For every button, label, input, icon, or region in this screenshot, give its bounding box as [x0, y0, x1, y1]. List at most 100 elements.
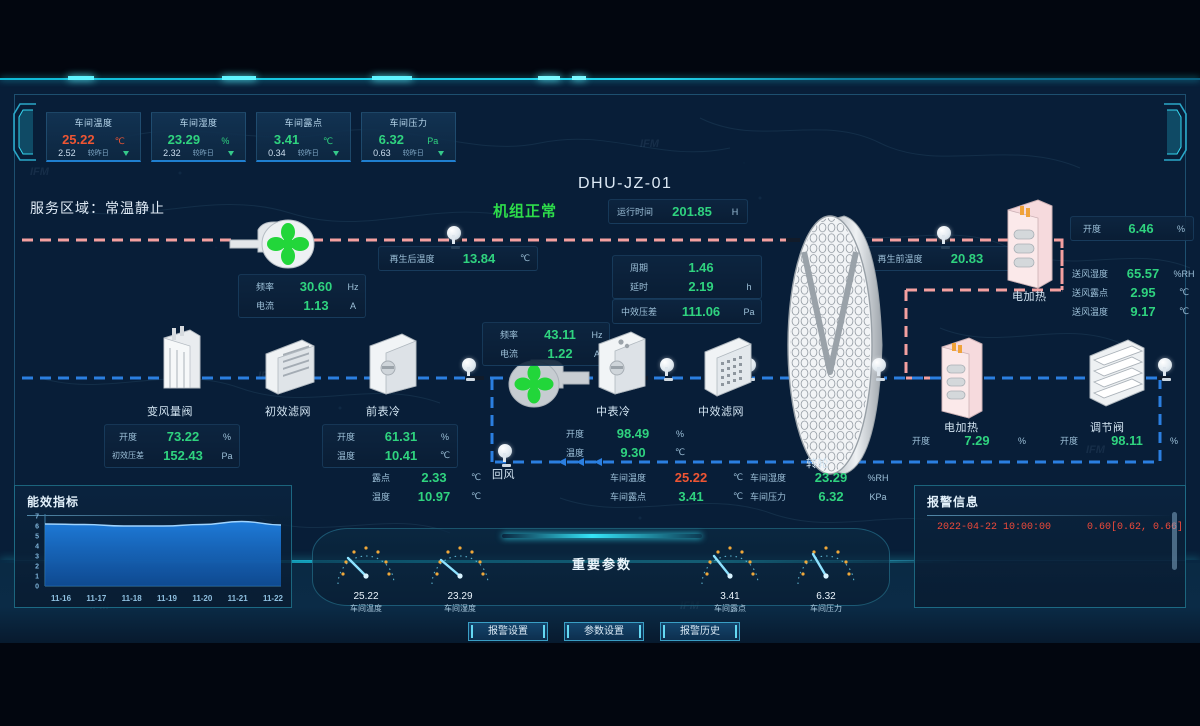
pre-cool-open-label: 开度 — [336, 432, 355, 442]
svg-text:3: 3 — [35, 554, 39, 561]
supply-fan-current-label: 电流 — [499, 349, 518, 359]
energy-efficiency-panel: 能效指标 01234567 11-16 11-17 11-18 11-19 11-20 1… — [14, 485, 292, 608]
chart-x-tick: 11-22 — [262, 594, 283, 603]
mid-filter-dp-value: 111.06 — [681, 304, 721, 319]
alarm-scrollbar[interactable] — [1172, 512, 1177, 570]
room-reading-label: 车间压力 — [749, 492, 786, 502]
pre-cool-temp2-unit: ℃ — [470, 491, 482, 501]
pre-cooling-coil-icon[interactable] — [364, 332, 422, 396]
alarm-info-panel: 报警信息 2022-04-22 10:00:00 0.60[0.62, 0.66… — [914, 485, 1186, 608]
gauge-room-humidity[interactable]: 23.29 车间湿度 — [424, 536, 496, 613]
room-reading-unit: %RH — [867, 472, 889, 483]
electric-heater-bottom-icon[interactable] — [938, 334, 986, 422]
unit-status-badge: 机组正常 — [493, 203, 558, 220]
svg-text:2: 2 — [35, 564, 39, 571]
regen-fan-icon[interactable] — [228, 218, 318, 272]
kpi-compare-label: 较昨日 — [297, 150, 319, 157]
kpi-compare-label: 较昨日 — [192, 150, 214, 157]
damper-open-value: 98.11 — [1111, 433, 1143, 448]
room-reading-label: 车间露点 — [609, 492, 646, 502]
regen-after-temp-label: 再生后温度 — [389, 254, 435, 264]
damper-data: 开度 98.11 % — [1046, 431, 1186, 450]
mid-cooling-coil-icon[interactable] — [593, 330, 651, 396]
pre-cooling-coil-label: 前表冷 — [366, 406, 401, 418]
damper-open-label: 开度 — [1059, 436, 1078, 446]
regen-fan-freq-unit: Hz — [347, 281, 359, 292]
kpi-value: 3.41 — [273, 132, 300, 147]
vav-open-value: 73.22 — [166, 429, 200, 444]
gauge-dial-icon — [701, 546, 759, 585]
alarm-list-item[interactable]: 2022-04-22 10:00:00 0.60[0.62, 0.66] — [915, 516, 1185, 533]
svg-text:5: 5 — [35, 534, 39, 541]
trend-down-icon — [332, 150, 339, 156]
mid-cool-open-unit: % — [675, 428, 684, 439]
regen-fan-freq-value: 30.60 — [299, 279, 333, 294]
return-air-sensor-icon — [498, 444, 514, 467]
cycle-data-box: 周期 1.46 延时 2.19 h — [612, 255, 762, 299]
sensor-node-icon — [447, 226, 463, 249]
alarm-time: 2022-04-22 10:00:00 — [937, 522, 1052, 533]
left-corner-ornament — [12, 102, 38, 162]
pre-filter-label: 初效滤网 — [265, 406, 311, 418]
gauge-value: 6.32 — [816, 591, 836, 602]
kpi-card[interactable]: 车间露点 3.41 ℃ 0.34 较昨日 — [256, 112, 351, 162]
supply-air-value: 65.57 — [1126, 266, 1160, 281]
kpi-value: 25.22 — [62, 132, 95, 147]
kpi-value: 23.29 — [167, 132, 201, 147]
room-reading-label: 车间温度 — [609, 473, 646, 483]
pre-cool-data-box: 开度 61.31 % 温度 10.41 ℃ — [322, 424, 458, 468]
gauge-room-pressure[interactable]: 6.32 车间压力 — [790, 536, 862, 613]
regen-fan-current-value: 1.13 — [303, 298, 329, 313]
sensor-node-icon — [1158, 358, 1174, 381]
gauge-room-dewpoint[interactable]: 3.41 车间露点 — [694, 536, 766, 613]
return-air-label: 回风 — [492, 469, 515, 481]
sensor-node-icon — [872, 358, 888, 381]
kpi-card[interactable]: 车间湿度 23.29 % 2.32 较昨日 — [151, 112, 246, 162]
unit-id-title: DHU-JZ-01 — [578, 175, 673, 192]
heater-top-open-label: 开度 — [1082, 224, 1101, 234]
chart-x-tick: 11-20 — [192, 594, 213, 603]
supply-fan-data-box: 频率 43.11 Hz 电流 1.22 A — [482, 322, 610, 366]
electric-heater-top-icon[interactable] — [1004, 196, 1056, 292]
supply-fan-freq-value: 43.11 — [544, 327, 576, 342]
energy-panel-title: 能效指标 — [27, 495, 80, 509]
gauge-label: 车间压力 — [810, 604, 842, 613]
kpi-card[interactable]: 车间温度 25.22 ℃ 2.52 较昨日 — [46, 112, 141, 162]
chart-x-tick: 11-21 — [227, 594, 248, 603]
gauge-value: 25.22 — [353, 591, 379, 602]
stage-top-accent — [0, 76, 1200, 80]
vav-open-unit: % — [222, 431, 231, 442]
chart-x-tick: 11-17 — [86, 594, 107, 603]
alarm-history-button[interactable]: 报警历史 — [660, 622, 740, 641]
room-readings-right: 车间湿度 23.29 %RH 车间压力 6.32 KPa — [740, 468, 890, 506]
pre-cool-open-value: 61.31 — [384, 429, 418, 444]
alarm-panel-title: 报警信息 — [927, 495, 980, 509]
service-area-label: 服务区域：常温静止 — [30, 200, 165, 216]
runtime-unit: H — [731, 206, 739, 217]
kpi-card[interactable]: 车间压力 6.32 Pa 0.63 较昨日 — [361, 112, 456, 162]
regen-after-temp-unit: ℃ — [519, 253, 531, 263]
damper-valve-icon[interactable] — [1082, 338, 1152, 408]
chart-x-tick: 11-19 — [156, 594, 178, 603]
regen-before-temp-value: 20.83 — [950, 251, 984, 266]
sensor-node-icon — [937, 226, 953, 249]
mid-cool-temp-label: 温度 — [565, 448, 584, 458]
regen-fan-current-label: 电流 — [255, 301, 274, 311]
chart-x-tick: 11-18 — [121, 594, 142, 603]
alarm-settings-button[interactable]: 报警设置 — [468, 622, 548, 641]
gauge-dial-icon — [797, 546, 855, 585]
pre-cool-dew-label: 露点 — [371, 473, 390, 483]
heater-top-open-unit: % — [1176, 223, 1185, 234]
room-reading-value: 3.41 — [678, 489, 704, 504]
desiccant-rotor-icon[interactable] — [782, 212, 892, 478]
parameter-settings-button[interactable]: 参数设置 — [564, 622, 644, 641]
mid-filter-icon[interactable] — [697, 336, 757, 398]
cycle-delay-value: 2.19 — [688, 279, 714, 294]
pre-filter-icon[interactable] — [258, 338, 320, 396]
gauge-room-temperature[interactable]: 25.22 车间温度 — [330, 536, 402, 613]
pre-cool-temp-label: 温度 — [336, 451, 355, 461]
gauge-value: 23.29 — [447, 591, 473, 602]
cycle-delay-unit: h — [746, 281, 752, 292]
kpi-compare-label: 较昨日 — [87, 150, 109, 157]
vav-valve-icon[interactable] — [148, 326, 210, 392]
